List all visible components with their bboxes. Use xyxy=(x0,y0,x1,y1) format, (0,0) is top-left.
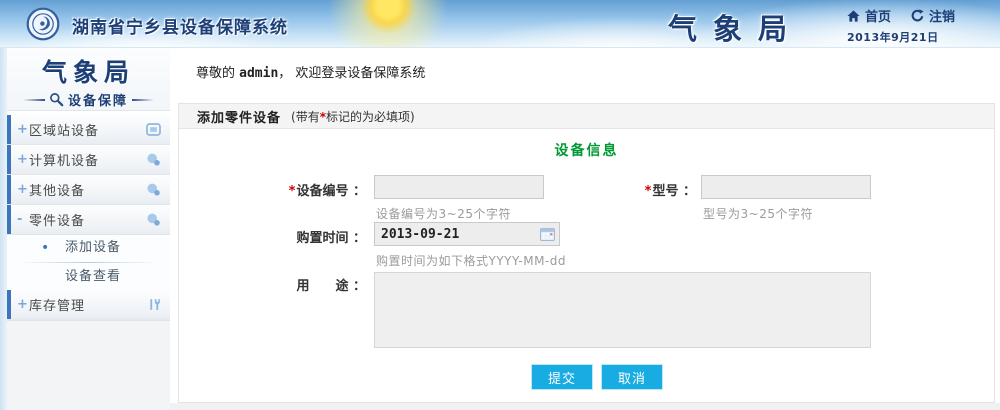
collapse-minus-icon[interactable]: - xyxy=(17,212,29,227)
greeting-prefix: 尊敬的 xyxy=(196,66,239,81)
accent-bar xyxy=(7,145,11,174)
device-no-input[interactable] xyxy=(374,175,544,199)
submenu-item-view-equipment[interactable]: 设备查看 xyxy=(7,264,170,290)
required-fields-note: (带有*标记的为必填项) xyxy=(291,108,415,125)
bureau-title: 气象局 xyxy=(668,6,803,48)
sidebar-item-regional-station-equipment[interactable]: + 区域站设备 xyxy=(7,115,170,145)
model-input[interactable] xyxy=(701,175,871,199)
sidebar-brand: 气象局 设备保障 xyxy=(7,48,170,110)
accent-bar xyxy=(7,205,11,234)
usage-textarea[interactable] xyxy=(374,272,871,348)
footer-strip xyxy=(170,403,1000,410)
welcome-message: 尊敬的 admin， 欢迎登录设备保障系统 xyxy=(170,48,1000,81)
sidebar: 气象局 设备保障 + 区域站设备 xyxy=(7,48,170,410)
brand-rule-right xyxy=(132,99,154,101)
required-asterisk: * xyxy=(289,184,296,199)
monitor-icon xyxy=(146,123,161,136)
device-no-hint: 设备编号为3~25个字符 xyxy=(376,205,511,222)
active-bullet-icon: • xyxy=(41,235,50,261)
sidebar-item-inventory-management[interactable]: + 库存管理 xyxy=(7,290,170,320)
calendar-icon[interactable] xyxy=(540,227,555,241)
submenu-divider xyxy=(19,262,158,263)
header-right: 首页 注销 2013年9月21日 16:55:46 xyxy=(847,6,1000,48)
magnifier-icon xyxy=(49,92,64,107)
home-link[interactable]: 首页 xyxy=(865,6,891,25)
usage-label: 用 途 ： xyxy=(239,275,366,294)
device-info-section-title: 设备信息 xyxy=(179,140,994,160)
greeting-suffix: ， 欢迎登录设备保障系统 xyxy=(278,66,425,81)
greeting-username: admin xyxy=(239,66,278,81)
sidebar-item-other-equipment[interactable]: + 其他设备 xyxy=(7,175,170,205)
parts-equipment-submenu: • 添加设备 设备查看 xyxy=(7,235,170,290)
logout-refresh-icon xyxy=(911,9,924,22)
add-parts-equipment-panel: 添加零件设备 (带有*标记的为必填项) 设备信息 *设备编号 ： 设备编号为3~… xyxy=(178,103,995,403)
sidebar-brand-title: 气象局 xyxy=(7,53,170,89)
comment-icon xyxy=(146,153,161,166)
purchase-date-field xyxy=(374,222,560,246)
sidebar-item-label: 区域站设备 xyxy=(29,120,99,139)
expand-plus-icon[interactable]: + xyxy=(17,152,29,167)
cancel-button[interactable]: 取消 xyxy=(602,365,662,389)
sidebar-item-computer-equipment[interactable]: + 计算机设备 xyxy=(7,145,170,175)
expand-plus-icon[interactable]: + xyxy=(17,122,29,137)
purchase-date-input[interactable] xyxy=(374,222,560,246)
accent-bar xyxy=(7,290,11,319)
comment-icon xyxy=(146,183,161,196)
model-label: *型号 ： xyxy=(569,180,696,199)
sidebar-item-parts-equipment[interactable]: - 零件设备 xyxy=(7,205,170,235)
top-banner: 湖南省宁乡县设备保障系统 气象局 首页 注销 2013年9月21日 16:55:… xyxy=(0,0,1000,48)
agency-seal-logo xyxy=(26,7,60,45)
current-datetime: 2013年9月21日 16:55:46 xyxy=(847,29,1000,48)
sidebar-item-label: 计算机设备 xyxy=(29,150,99,169)
purchase-date-hint: 购置时间为如下格式YYYY-MM-dd xyxy=(376,252,566,269)
expand-plus-icon[interactable]: + xyxy=(17,182,29,197)
panel-body: 设备信息 *设备编号 ： 设备编号为3~25个字符 *型号 ： 型号为3~25个… xyxy=(179,129,994,402)
brand-rule-left xyxy=(23,99,45,101)
home-icon xyxy=(847,10,860,22)
logout-link[interactable]: 注销 xyxy=(929,6,955,25)
submenu-item-label: 添加设备 xyxy=(65,240,121,255)
accent-bar xyxy=(7,175,11,204)
accent-bar xyxy=(7,115,11,144)
sidebar-item-label: 其他设备 xyxy=(29,180,85,199)
sidebar-brand-subtitle: 设备保障 xyxy=(68,90,128,109)
sidebar-item-label: 库存管理 xyxy=(29,295,85,314)
panel-title: 添加零件设备 xyxy=(197,107,281,126)
tools-icon xyxy=(148,298,161,311)
expand-plus-icon[interactable]: + xyxy=(17,297,29,312)
page: 湖南省宁乡县设备保障系统 气象局 首页 注销 2013年9月21日 16:55:… xyxy=(0,0,1000,410)
required-asterisk: * xyxy=(645,184,652,199)
main-content: 尊敬的 admin， 欢迎登录设备保障系统 添加零件设备 (带有*标记的为必填项… xyxy=(170,48,1000,410)
model-hint: 型号为3~25个字符 xyxy=(703,205,813,222)
submenu-item-add-equipment[interactable]: • 添加设备 xyxy=(7,235,170,261)
sidebar-item-label: 零件设备 xyxy=(29,210,85,229)
system-title: 湖南省宁乡县设备保障系统 xyxy=(72,13,288,38)
comment-icon xyxy=(146,213,161,226)
purchase-date-label: 购置时间 ： xyxy=(239,227,366,246)
panel-header: 添加零件设备 (带有*标记的为必填项) xyxy=(179,104,994,129)
submenu-item-label: 设备查看 xyxy=(65,269,121,284)
submit-button[interactable]: 提交 xyxy=(532,365,592,389)
sidebar-menu: + 区域站设备 + 计算机设备 + 其他 xyxy=(7,110,170,321)
left-edge-strip xyxy=(0,48,7,410)
device-no-label: *设备编号 ： xyxy=(239,180,366,199)
